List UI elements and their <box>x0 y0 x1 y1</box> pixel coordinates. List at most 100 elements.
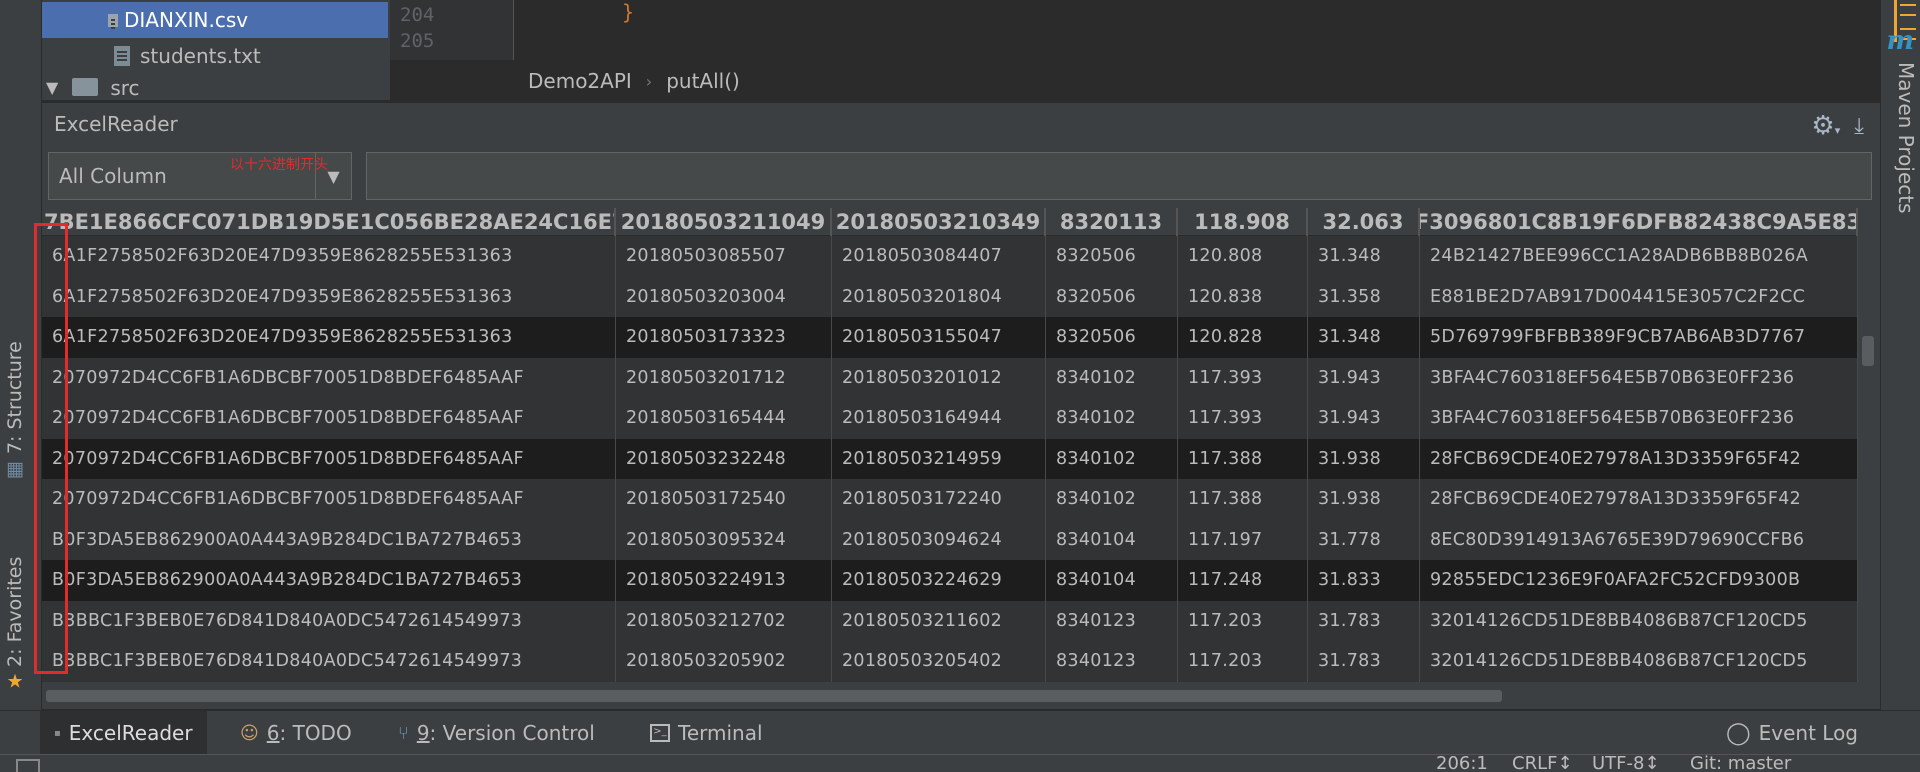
table-cell[interactable]: 8340102 <box>1046 398 1178 439</box>
table-row[interactable]: 2070972D4CC6FB1A6DBCBF70051D8BDEF6485AAF… <box>42 479 1858 520</box>
table-cell[interactable]: 20180503201012 <box>832 357 1046 398</box>
vertical-scrollbar[interactable] <box>1858 208 1880 678</box>
table-cell[interactable]: 20180503094624 <box>832 519 1046 560</box>
table-cell[interactable]: 117.393 <box>1178 357 1308 398</box>
horizontal-scrollbar[interactable] <box>42 686 1858 704</box>
vcs-branch[interactable]: Git: master <box>1690 755 1791 772</box>
table-cell[interactable]: 120.838 <box>1178 276 1308 317</box>
column-header[interactable]: 32.063 <box>1308 208 1420 236</box>
table-cell[interactable]: 28FCB69CDE40E27978A13D3359F65F42 <box>1420 438 1858 479</box>
table-cell[interactable]: 20180503203004 <box>616 276 832 317</box>
table-cell[interactable]: 32014126CD51DE8BB4086B87CF120CD5 <box>1420 641 1858 682</box>
line-separator[interactable]: CRLF↕ <box>1512 755 1573 772</box>
table-cell[interactable]: 20180503155047 <box>832 317 1046 358</box>
gear-icon[interactable]: ⚙▾ <box>1811 111 1840 141</box>
table-row[interactable]: B0F3DA5EB862900A0A443A9B284DC1BA727B4653… <box>42 560 1858 601</box>
table-cell[interactable]: 92855EDC1236E9F0AFA2FC52CFD9300B <box>1420 560 1858 601</box>
table-cell[interactable]: 6A1F2758502F63D20E47D9359E8628255E531363 <box>42 236 616 277</box>
scrollbar-thumb[interactable] <box>1862 336 1874 366</box>
table-cell[interactable]: 31.938 <box>1308 479 1420 520</box>
caret-position[interactable]: 206:1 <box>1436 755 1488 772</box>
table-cell[interactable]: B0F3DA5EB862900A0A443A9B284DC1BA727B4653 <box>42 519 616 560</box>
table-row[interactable]: 2070972D4CC6FB1A6DBCBF70051D8BDEF6485AAF… <box>42 357 1858 398</box>
table-cell[interactable]: E881BE2D7AB917D004415E3057C2F2CC <box>1420 276 1858 317</box>
table-row[interactable]: 6A1F2758502F63D20E47D9359E8628255E531363… <box>42 317 1858 358</box>
table-cell[interactable]: 31.783 <box>1308 600 1420 641</box>
table-cell[interactable]: 8340123 <box>1046 641 1178 682</box>
table-cell[interactable]: 3BFA4C760318EF564E5B70B63E0FF236 <box>1420 357 1858 398</box>
table-cell[interactable]: 20180503164944 <box>832 398 1046 439</box>
favorites-tab[interactable]: ★ 2: Favorites <box>4 557 26 693</box>
table-cell[interactable]: 8320506 <box>1046 317 1178 358</box>
table-row[interactable]: B0F3DA5EB862900A0A443A9B284DC1BA727B4653… <box>42 519 1858 560</box>
scrollbar-thumb[interactable] <box>46 690 1502 702</box>
table-cell[interactable]: 20180503201712 <box>616 357 832 398</box>
structure-tab[interactable]: ▦ 7: Structure <box>4 341 26 480</box>
table-cell[interactable]: 20180503211602 <box>832 600 1046 641</box>
table-cell[interactable]: 31.943 <box>1308 357 1420 398</box>
table-cell[interactable]: 20180503224629 <box>832 560 1046 601</box>
table-cell[interactable]: 6A1F2758502F63D20E47D9359E8628255E531363 <box>42 317 616 358</box>
table-cell[interactable]: 117.203 <box>1178 641 1308 682</box>
table-cell[interactable]: 6A1F2758502F63D20E47D9359E8628255E531363 <box>42 276 616 317</box>
table-row[interactable]: B3BBC1F3BEB0E76D841D840A0DC5472614549973… <box>42 641 1858 682</box>
table-cell[interactable]: 120.808 <box>1178 236 1308 277</box>
code-editor[interactable]: 204 205 } <box>390 0 1880 60</box>
table-cell[interactable]: 5D769799FBFBB389F9CB7AB6AB3D7767 <box>1420 317 1858 358</box>
table-cell[interactable]: 117.248 <box>1178 560 1308 601</box>
column-header[interactable]: 47BE1E866CFC071DB19D5E1C056BE28AE24C16E7 <box>42 208 616 236</box>
table-row[interactable]: 6A1F2758502F63D20E47D9359E8628255E531363… <box>42 276 1858 317</box>
table-cell[interactable]: 8340102 <box>1046 438 1178 479</box>
table-cell[interactable]: 2070972D4CC6FB1A6DBCBF70051D8BDEF6485AAF <box>42 357 616 398</box>
table-cell[interactable]: 8340104 <box>1046 560 1178 601</box>
table-cell[interactable]: B3BBC1F3BEB0E76D841D840A0DC5472614549973 <box>42 641 616 682</box>
search-input[interactable] <box>366 152 1872 200</box>
table-cell[interactable]: B3BBC1F3BEB0E76D841D840A0DC5472614549973 <box>42 600 616 641</box>
tab-excelreader[interactable]: ▪ ExcelReader <box>40 711 207 755</box>
table-cell[interactable]: 8340104 <box>1046 519 1178 560</box>
table-cell[interactable]: 24B21427BEE996CC1A28ADB6BB8B026A <box>1420 236 1858 277</box>
maven-icon[interactable]: m <box>1886 26 1914 56</box>
breadcrumb-item[interactable]: Demo2API <box>528 69 632 93</box>
tab-terminal[interactable]: >_ Terminal <box>636 711 777 755</box>
table-cell[interactable]: 31.783 <box>1308 641 1420 682</box>
table-cell[interactable]: 117.388 <box>1178 438 1308 479</box>
table-cell[interactable]: 20180503095324 <box>616 519 832 560</box>
table-cell[interactable]: 28FCB69CDE40E27978A13D3359F65F42 <box>1420 479 1858 520</box>
tab-todo[interactable]: ☺ 6: TODO <box>226 711 366 755</box>
column-header[interactable]: 118.908 <box>1178 208 1308 236</box>
table-cell[interactable]: 20180503084407 <box>832 236 1046 277</box>
table-cell[interactable]: 8EC80D3914913A6765E39D79690CCFB6 <box>1420 519 1858 560</box>
table-cell[interactable]: 20180503214959 <box>832 438 1046 479</box>
column-header[interactable]: 8320113 <box>1046 208 1178 236</box>
table-cell[interactable]: 20180503085507 <box>616 236 832 277</box>
table-cell[interactable]: 8340102 <box>1046 479 1178 520</box>
table-cell[interactable]: 2070972D4CC6FB1A6DBCBF70051D8BDEF6485AAF <box>42 398 616 439</box>
column-header[interactable]: 20180503210349 <box>832 208 1046 236</box>
table-cell[interactable]: 31.348 <box>1308 236 1420 277</box>
table-cell[interactable]: 8320506 <box>1046 276 1178 317</box>
table-cell[interactable]: 20180503205402 <box>832 641 1046 682</box>
table-cell[interactable]: 31.938 <box>1308 438 1420 479</box>
tree-item-src[interactable]: ▼ src <box>42 74 390 100</box>
tab-version-control[interactable]: ⑂ 9: Version Control <box>384 711 609 755</box>
column-header[interactable]: 2F3096801C8B19F6DFB82438C9A5E837 <box>1420 208 1858 236</box>
table-cell[interactable]: 2070972D4CC6FB1A6DBCBF70051D8BDEF6485AAF <box>42 438 616 479</box>
table-cell[interactable]: 20180503232248 <box>616 438 832 479</box>
table-cell[interactable]: 31.348 <box>1308 317 1420 358</box>
breadcrumb-item[interactable]: putAll() <box>666 69 740 93</box>
hide-icon[interactable]: ⤓ <box>1854 114 1864 139</box>
table-row[interactable]: B3BBC1F3BEB0E76D841D840A0DC5472614549973… <box>42 600 1858 641</box>
tree-item-dianxin-csv[interactable]: DIANXIN.csv <box>42 2 388 38</box>
table-cell[interactable]: 20180503172540 <box>616 479 832 520</box>
column-header[interactable]: 20180503211049 <box>616 208 832 236</box>
table-cell[interactable]: B0F3DA5EB862900A0A443A9B284DC1BA727B4653 <box>42 560 616 601</box>
table-cell[interactable]: 8340123 <box>1046 600 1178 641</box>
table-cell[interactable]: 120.828 <box>1178 317 1308 358</box>
table-cell[interactable]: 117.393 <box>1178 398 1308 439</box>
table-cell[interactable]: 20180503165444 <box>616 398 832 439</box>
tree-item-students-txt[interactable]: students.txt <box>42 38 390 74</box>
table-cell[interactable]: 117.197 <box>1178 519 1308 560</box>
table-cell[interactable]: 20180503224913 <box>616 560 832 601</box>
table-cell[interactable]: 31.358 <box>1308 276 1420 317</box>
